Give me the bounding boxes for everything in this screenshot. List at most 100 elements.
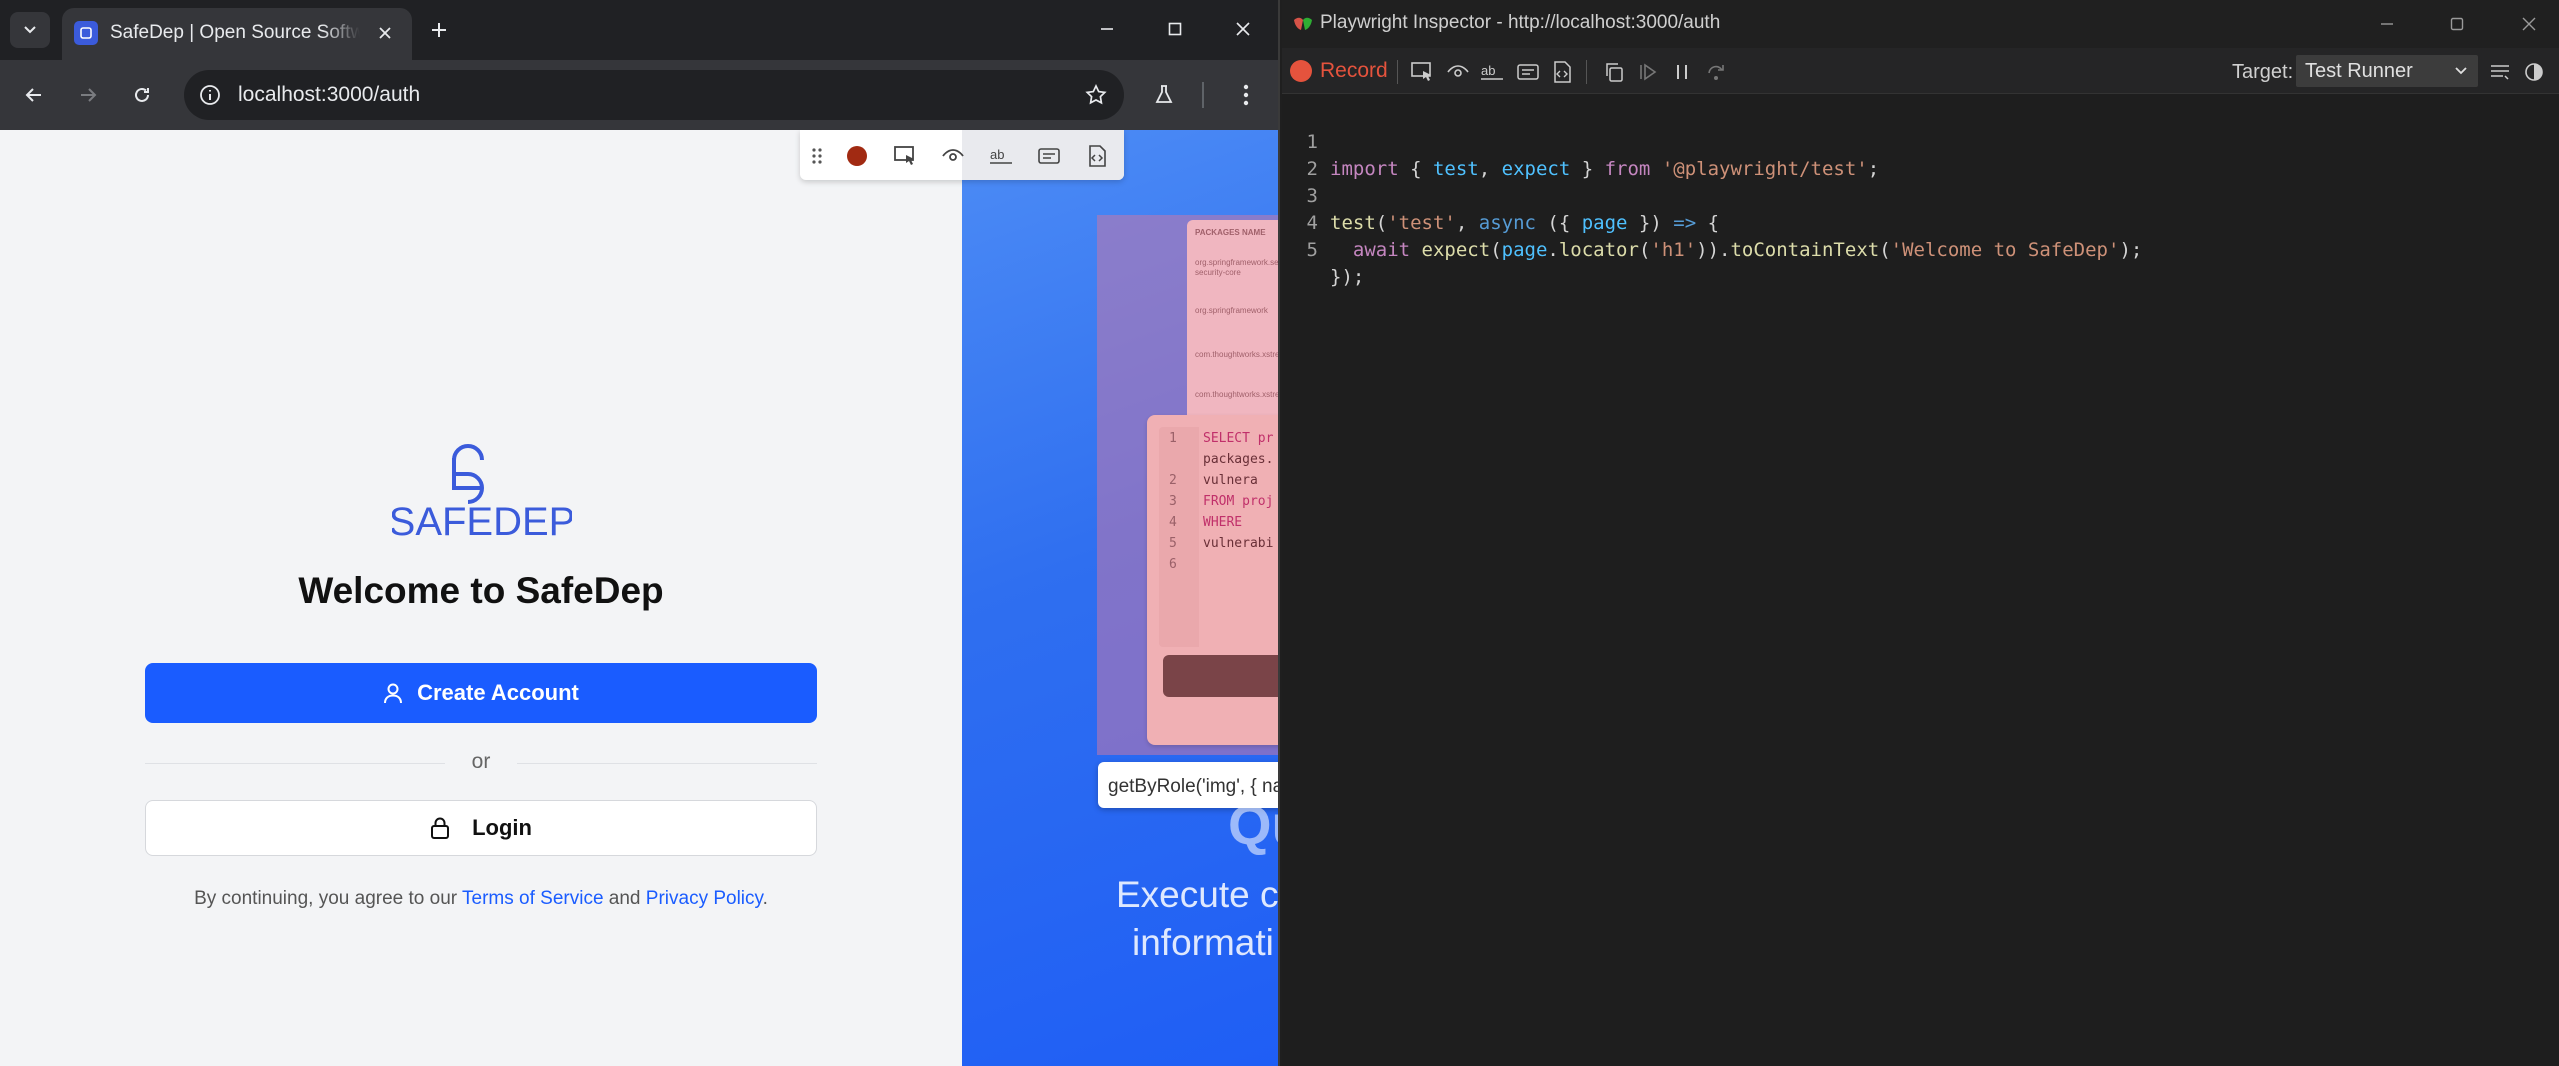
assert-snapshot-icon[interactable] bbox=[1548, 58, 1576, 86]
tab-title: SafeDep | Open Source Software Security bbox=[110, 22, 360, 43]
step-over-icon[interactable] bbox=[1702, 58, 1730, 86]
chevron-down-icon bbox=[24, 26, 36, 34]
table-row: com.thoughtworks.xstream bbox=[1195, 390, 1280, 399]
drag-handle-icon[interactable] bbox=[802, 141, 832, 171]
minimize-icon[interactable] bbox=[2372, 10, 2402, 38]
user-icon bbox=[384, 683, 403, 704]
code-line: 2 bbox=[1282, 129, 2559, 180]
code-line: 4 await expect(page.locator('h1')).toCon… bbox=[1282, 183, 2559, 261]
target-select[interactable]: Test Runner bbox=[2296, 55, 2478, 87]
assert-value-icon[interactable] bbox=[1514, 58, 1542, 86]
privacy-policy-link[interactable]: Privacy Policy bbox=[646, 888, 763, 909]
pause-icon[interactable] bbox=[1668, 58, 1696, 86]
tab-search-button[interactable] bbox=[10, 12, 50, 48]
hero-description-line: Execute c bbox=[1116, 874, 1279, 915]
sql-code-line: FROM proj bbox=[1203, 494, 1274, 509]
safedep-favicon-icon bbox=[74, 21, 98, 45]
copy-icon[interactable] bbox=[1600, 58, 1628, 86]
code-editor[interactable]: 1 import { test, expect } from '@playwri… bbox=[1282, 100, 2559, 1066]
pick-locator-icon[interactable] bbox=[890, 141, 920, 171]
sql-code-text: SELECT pr bbox=[1203, 431, 1274, 446]
page-viewport: SAFEDEP Welcome to SafeDep Create Accoun… bbox=[0, 130, 1280, 1066]
table-row: com.thoughtworks.xstream bbox=[1195, 350, 1280, 359]
record-icon[interactable] bbox=[842, 141, 872, 171]
toolbar-divider bbox=[1586, 60, 1587, 84]
resume-icon[interactable] bbox=[1634, 58, 1662, 86]
playwright-logo-icon bbox=[1294, 17, 1312, 30]
page-heading: Welcome to SafeDep bbox=[298, 570, 664, 611]
safedep-logo: SAFEDEP bbox=[392, 444, 572, 542]
close-tab-icon[interactable] bbox=[372, 20, 398, 46]
lock-icon bbox=[431, 817, 450, 839]
login-label: Login bbox=[472, 815, 532, 840]
maximize-icon[interactable] bbox=[1160, 14, 1190, 44]
browser-tab[interactable]: SafeDep | Open Source Software Security bbox=[62, 8, 412, 60]
code-text: await expect(page.locator('h1')).toConta… bbox=[1352, 239, 2143, 261]
bookmark-star-icon[interactable] bbox=[1082, 81, 1110, 109]
or-divider: or bbox=[145, 748, 817, 778]
sql-line-number: 2 bbox=[1169, 473, 1177, 488]
forward-arrow-icon[interactable] bbox=[70, 77, 106, 113]
target-select-value: Test Runner bbox=[2305, 60, 2413, 82]
terms-middle: and bbox=[603, 888, 646, 909]
code-line: 1 import { test, expect } from '@playwri… bbox=[1282, 102, 2559, 180]
minimize-icon[interactable] bbox=[1092, 14, 1122, 44]
run-query-button[interactable] bbox=[1163, 655, 1278, 697]
or-text: or bbox=[471, 750, 491, 773]
assert-text-icon[interactable]: ab bbox=[986, 141, 1016, 171]
assert-value-icon[interactable] bbox=[1034, 141, 1064, 171]
hero-heading: Qu bbox=[1228, 793, 1278, 856]
theme-toggle-icon[interactable] bbox=[2520, 58, 2548, 86]
sql-code-line: vulnera bbox=[1203, 473, 1258, 488]
new-tab-icon[interactable] bbox=[424, 15, 454, 45]
create-account-button[interactable]: Create Account bbox=[145, 663, 817, 723]
hero-panel: PACKAGES NAME org.springframework.securi… bbox=[962, 130, 1280, 1066]
settings-lines-icon[interactable] bbox=[2486, 58, 2514, 86]
code-text: }); bbox=[1330, 266, 1365, 288]
code-line: 5 }); bbox=[1282, 210, 2559, 288]
terms-notice: By continuing, you agree to our Terms of… bbox=[145, 888, 817, 910]
assert-text-icon[interactable]: ab bbox=[1478, 58, 1506, 86]
auth-panel: SAFEDEP Welcome to SafeDep Create Accoun… bbox=[0, 130, 962, 1066]
packages-table-preview: PACKAGES NAME org.springframework.securi… bbox=[1187, 220, 1280, 420]
close-window-icon[interactable] bbox=[2514, 10, 2544, 38]
labs-flask-icon[interactable] bbox=[1146, 77, 1182, 113]
close-window-icon[interactable] bbox=[1228, 14, 1258, 44]
sql-code-line: SELECT pr bbox=[1203, 431, 1273, 446]
hero-description-line: informati bbox=[1132, 922, 1274, 963]
maximize-icon[interactable] bbox=[2442, 10, 2472, 38]
logo-wordmark: SAFEDEP bbox=[392, 500, 572, 542]
recorder-overlay-toolbar: ab bbox=[800, 130, 1124, 180]
tab-strip: SafeDep | Open Source Software Security bbox=[0, 0, 1278, 60]
assert-visibility-icon[interactable] bbox=[1444, 58, 1472, 86]
browser-toolbar: localhost:3000/auth bbox=[0, 60, 1278, 130]
line-number: 5 bbox=[1306, 239, 1318, 261]
sql-code-line: vulnerabi bbox=[1203, 536, 1274, 551]
table-header: PACKAGES NAME bbox=[1195, 228, 1266, 237]
login-button[interactable]: Login bbox=[145, 800, 817, 856]
pick-locator-icon[interactable] bbox=[1408, 58, 1436, 86]
sql-line-number: 5 bbox=[1169, 536, 1177, 551]
sql-code-line: WHERE bbox=[1203, 515, 1243, 530]
inspector-title-bar: Playwright Inspector - http://localhost:… bbox=[1282, 0, 2559, 48]
svg-text:ab: ab bbox=[990, 147, 1004, 162]
more-menu-icon[interactable] bbox=[1228, 77, 1264, 113]
code-line: 3 test('test', async ({ page }) => { bbox=[1282, 156, 2559, 234]
toolbar-divider bbox=[1202, 82, 1204, 108]
sql-line-number: 6 bbox=[1169, 557, 1177, 572]
target-label: Target: bbox=[2232, 61, 2294, 83]
back-arrow-icon[interactable] bbox=[16, 77, 52, 113]
address-bar[interactable]: localhost:3000/auth bbox=[184, 70, 1124, 120]
sql-line-number: 4 bbox=[1169, 515, 1177, 530]
assert-snapshot-icon[interactable] bbox=[1082, 141, 1112, 171]
inspector-toolbar: Record ab Target: Test Runner bbox=[1282, 48, 2559, 94]
chevron-down-icon bbox=[2455, 67, 2467, 75]
sql-line-number: 3 bbox=[1169, 494, 1177, 509]
site-info-icon[interactable] bbox=[196, 81, 224, 109]
assert-visibility-icon[interactable] bbox=[938, 141, 968, 171]
reload-icon[interactable] bbox=[124, 77, 160, 113]
url-text: localhost:3000/auth bbox=[238, 83, 421, 106]
svg-text:ab: ab bbox=[1481, 63, 1495, 78]
terms-of-service-link[interactable]: Terms of Service bbox=[462, 888, 603, 909]
record-label: Record bbox=[1320, 59, 1388, 82]
